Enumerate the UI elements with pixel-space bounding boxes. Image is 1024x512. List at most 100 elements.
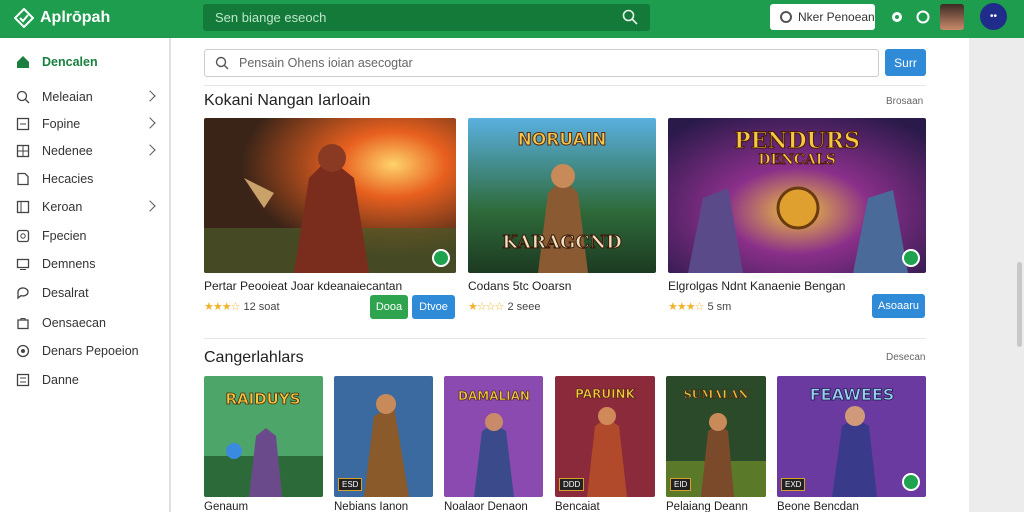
sidebar-item-label: Danne bbox=[42, 373, 79, 387]
sidebar-item-2[interactable]: Fopine bbox=[0, 111, 170, 137]
star-rating-icon: ★★★☆ bbox=[204, 301, 240, 313]
rating: ★☆☆☆ 2 seee bbox=[468, 300, 541, 314]
sidebar-item-4[interactable]: Hecacies bbox=[0, 166, 170, 192]
see-all-link[interactable]: Brosaan bbox=[886, 96, 923, 107]
chevron-right-icon bbox=[144, 200, 156, 212]
sidebar-item-7[interactable]: Demnens bbox=[0, 251, 170, 277]
rating: ★★★☆ 5 sm bbox=[668, 300, 732, 314]
sidebar-item-label: Meleaian bbox=[42, 90, 93, 104]
game-title[interactable]: Beone Bencdan bbox=[777, 501, 859, 512]
account-initials: •• bbox=[989, 11, 997, 22]
grid-icon bbox=[16, 144, 30, 158]
sidebar-item-3[interactable]: Nedenee bbox=[0, 138, 170, 164]
rating-count: 12 soat bbox=[243, 300, 280, 313]
game-art: DAMALIAN bbox=[444, 376, 543, 497]
rating: ★★★☆ 12 soat bbox=[204, 300, 280, 314]
game-thumb[interactable]: RAIDUYS bbox=[204, 376, 323, 497]
action-button[interactable]: Asoaaru bbox=[872, 294, 925, 318]
sidebar-item-11[interactable]: Danne bbox=[0, 367, 170, 393]
notification-icon[interactable] bbox=[916, 10, 930, 24]
game-thumb[interactable]: SUMALAN EID bbox=[666, 376, 766, 497]
chevron-right-icon bbox=[144, 90, 156, 102]
settings-icon[interactable] bbox=[890, 10, 904, 24]
circle-icon bbox=[16, 344, 30, 358]
art-title: PENDURS bbox=[734, 128, 860, 154]
game-art bbox=[204, 118, 456, 273]
sidebar-item-label: Denars Pepoeion bbox=[42, 344, 139, 358]
account-avatar[interactable]: •• bbox=[980, 3, 1007, 30]
details-button[interactable]: Dtvoe bbox=[412, 295, 455, 319]
age-rating-tag: EXD bbox=[781, 478, 806, 491]
search-icon bbox=[215, 56, 229, 70]
art-title: FEAWEES bbox=[810, 385, 895, 404]
search-icon bbox=[16, 90, 30, 104]
divider bbox=[204, 85, 926, 86]
header-action-button[interactable]: Nker Penoean bbox=[770, 4, 875, 30]
star-rating-icon: ★☆☆☆ bbox=[468, 301, 504, 313]
sidebar-item-8[interactable]: Desalrat bbox=[0, 280, 170, 306]
game-title[interactable]: Noalaor Denaon bbox=[444, 501, 528, 512]
game-card-image[interactable] bbox=[204, 118, 456, 273]
sidebar-item-label: Demnens bbox=[42, 257, 96, 271]
game-title[interactable]: Bencaiat bbox=[555, 501, 600, 512]
sidebar-item-1[interactable]: Meleaian bbox=[0, 84, 170, 110]
see-all-link[interactable]: Desecan bbox=[886, 352, 925, 363]
chevron-right-icon bbox=[144, 144, 156, 156]
scrollbar-thumb[interactable] bbox=[1017, 262, 1022, 347]
sidebar-item-9[interactable]: Oensaecan bbox=[0, 310, 170, 336]
age-rating-tag: DDD bbox=[559, 478, 585, 491]
sidebar-item-label: Dencalen bbox=[42, 55, 98, 69]
art-title: DAMALIAN bbox=[458, 389, 530, 403]
search-icon bbox=[780, 11, 792, 23]
bag-icon bbox=[17, 318, 29, 330]
art-subtitle: DENCALS bbox=[758, 152, 836, 168]
sidebar-item-label: Hecacies bbox=[42, 172, 94, 186]
rating-count: 2 seee bbox=[507, 300, 541, 313]
square-icon bbox=[16, 117, 30, 131]
install-button[interactable]: Dooa bbox=[370, 295, 408, 319]
header-action-label: Nker Penoean bbox=[798, 10, 875, 24]
game-title[interactable]: Pelaiang Deann bbox=[666, 501, 748, 512]
gear-square-icon bbox=[16, 229, 30, 243]
platform-badge-icon bbox=[902, 249, 920, 267]
sidebar-item-label: Oensaecan bbox=[42, 316, 106, 330]
game-card-image[interactable]: PENDURS DENCALS bbox=[668, 118, 926, 273]
logo-icon bbox=[14, 8, 34, 28]
sidebar-item-home[interactable]: Dencalen bbox=[0, 49, 170, 75]
rating-count: 5 sm bbox=[707, 300, 732, 313]
sidebar-item-6[interactable]: Fpecien bbox=[0, 223, 170, 249]
sidebar-item-5[interactable]: Keroan bbox=[0, 194, 170, 220]
sidebar-item-label: Nedenee bbox=[42, 144, 93, 158]
game-title[interactable]: Genaum bbox=[204, 501, 248, 512]
game-art: NORUAIN KARAGCND bbox=[468, 118, 656, 273]
sidebar-item-10[interactable]: Denars Pepoeion bbox=[0, 338, 170, 364]
user-avatar[interactable] bbox=[940, 4, 964, 30]
platform-badge-icon bbox=[432, 249, 450, 267]
game-card-image[interactable]: NORUAIN KARAGCND bbox=[468, 118, 656, 273]
game-thumb[interactable]: FEAWEES EXD bbox=[777, 376, 926, 497]
game-title[interactable]: Elgrolgas Ndnt Kanaenie Bengan bbox=[668, 279, 845, 293]
platform-badge-icon bbox=[902, 473, 920, 491]
monitor-icon bbox=[16, 258, 30, 270]
main-search-placeholder: Pensain Ohens ioian asecogtar bbox=[239, 56, 413, 70]
app-logo[interactable]: Aplrōpah bbox=[14, 8, 110, 28]
right-gutter bbox=[969, 38, 1024, 512]
home-icon bbox=[17, 56, 29, 68]
art-title: PARUINK bbox=[575, 387, 635, 401]
game-title[interactable]: Pertar Peooieat Joar kdeanaiecantan bbox=[204, 279, 402, 293]
game-thumb[interactable]: ESD bbox=[334, 376, 433, 497]
main-search-input[interactable]: Pensain Ohens ioian asecogtar bbox=[204, 49, 879, 77]
sidebar-item-label: Fpecien bbox=[42, 229, 87, 243]
sidebar: Dencalen Meleaian Fopine Nedenee Hecacie… bbox=[0, 38, 170, 512]
game-title[interactable]: Nebians Ianon bbox=[334, 501, 408, 512]
game-thumb[interactable]: PARUINK DDD bbox=[555, 376, 655, 497]
search-button[interactable]: Surr bbox=[885, 49, 926, 76]
header-search-placeholder: Sen biange eseoch bbox=[215, 10, 327, 25]
game-art: PENDURS DENCALS bbox=[668, 118, 926, 273]
game-thumb[interactable]: DAMALIAN bbox=[444, 376, 543, 497]
header-search-input[interactable]: Sen biange eseoch bbox=[203, 4, 650, 31]
list-icon bbox=[16, 373, 30, 387]
search-icon[interactable] bbox=[622, 9, 638, 25]
game-title[interactable]: Codans 5tc Ooarsn bbox=[468, 279, 571, 293]
app-name: Aplrōpah bbox=[40, 9, 111, 26]
